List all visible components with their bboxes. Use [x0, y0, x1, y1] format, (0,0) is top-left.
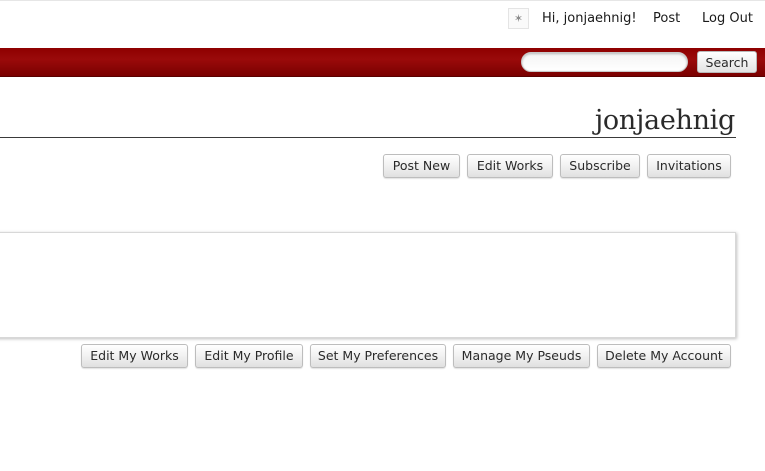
user-avatar-icon: ✶ [513, 12, 524, 25]
profile-content-box [0, 232, 736, 338]
page-title: jonjaehnig [594, 105, 735, 136]
heading-divider [0, 137, 736, 138]
post-link[interactable]: Post [653, 11, 680, 27]
greeting-link[interactable]: Hi, jonjaehnig! [542, 11, 637, 27]
site-header-band: Search [0, 48, 765, 77]
edit-works-button[interactable]: Edit Works [467, 154, 553, 178]
logout-link[interactable]: Log Out [702, 11, 753, 27]
post-new-button[interactable]: Post New [383, 154, 460, 178]
invitations-button[interactable]: Invitations [647, 154, 731, 178]
search-input[interactable] [521, 52, 688, 72]
subscribe-button[interactable]: Subscribe [560, 154, 640, 178]
edit-my-works-button[interactable]: Edit My Works [81, 344, 188, 368]
set-my-preferences-button[interactable]: Set My Preferences [310, 344, 446, 368]
delete-my-account-button[interactable]: Delete My Account [597, 344, 731, 368]
manage-my-pseuds-button[interactable]: Manage My Pseuds [453, 344, 590, 368]
search-button[interactable]: Search [697, 51, 757, 73]
user-avatar[interactable]: ✶ [508, 8, 529, 29]
user-navigation-bar: ✶ Hi, jonjaehnig! Post Log Out [0, 0, 765, 48]
edit-my-profile-button[interactable]: Edit My Profile [195, 344, 303, 368]
